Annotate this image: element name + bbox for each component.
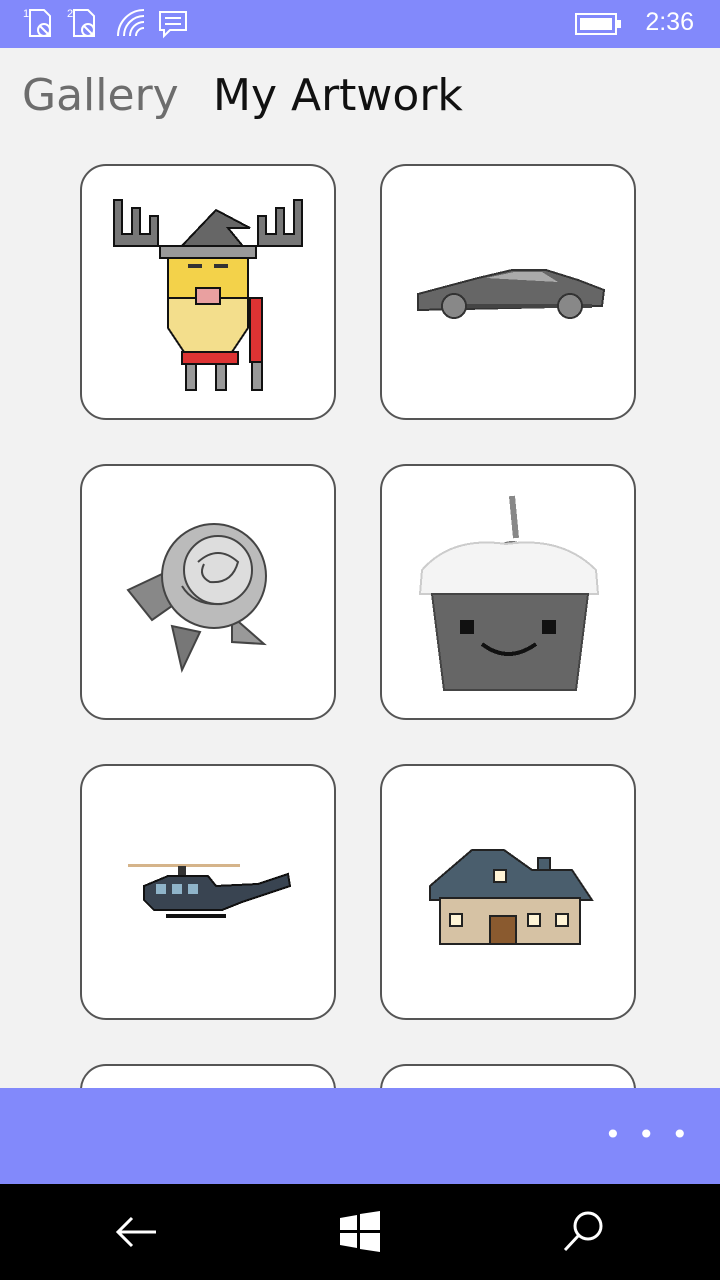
svg-text:1: 1 — [23, 8, 29, 20]
wifi-icon — [117, 9, 145, 37]
house-icon — [429, 849, 594, 945]
svg-text:2: 2 — [67, 8, 73, 20]
artwork-tile-cupcake[interactable] — [380, 464, 636, 720]
rose-icon — [126, 523, 267, 674]
artwork-tile-helicopter[interactable] — [80, 764, 336, 1020]
sim2-no-signal-icon: 2 — [67, 8, 95, 37]
sports-car-icon — [417, 269, 606, 319]
artwork-tile-rose[interactable] — [80, 464, 336, 720]
artwork-tile-moose[interactable] — [80, 164, 336, 420]
artwork-tile-partial-right[interactable] — [380, 1064, 636, 1088]
cupcake-icon — [418, 495, 600, 691]
helicopter-icon — [128, 864, 292, 918]
tab-my-artwork[interactable]: My Artwork — [213, 70, 463, 121]
more-options-button[interactable]: • • • — [605, 1118, 692, 1151]
back-icon[interactable] — [112, 1208, 160, 1256]
artwork-grid[interactable] — [0, 150, 720, 1088]
moose-gnome-icon — [113, 199, 303, 391]
clock-time: 2:36 — [645, 8, 694, 36]
artwork-tile-car[interactable] — [380, 164, 636, 420]
status-bar: 1 2 2:36 — [0, 0, 720, 48]
artwork-tile-house[interactable] — [380, 764, 636, 1020]
battery-icon — [575, 13, 621, 35]
windows-icon[interactable] — [336, 1208, 384, 1256]
app-bar: • • • — [0, 1088, 720, 1184]
tab-gallery[interactable]: Gallery — [22, 70, 179, 121]
navigation-bar — [0, 1184, 720, 1280]
search-icon[interactable] — [560, 1208, 608, 1256]
sim1-no-signal-icon: 1 — [23, 8, 51, 37]
artwork-tile-partial-left[interactable] — [80, 1064, 336, 1088]
message-icon — [159, 11, 187, 39]
